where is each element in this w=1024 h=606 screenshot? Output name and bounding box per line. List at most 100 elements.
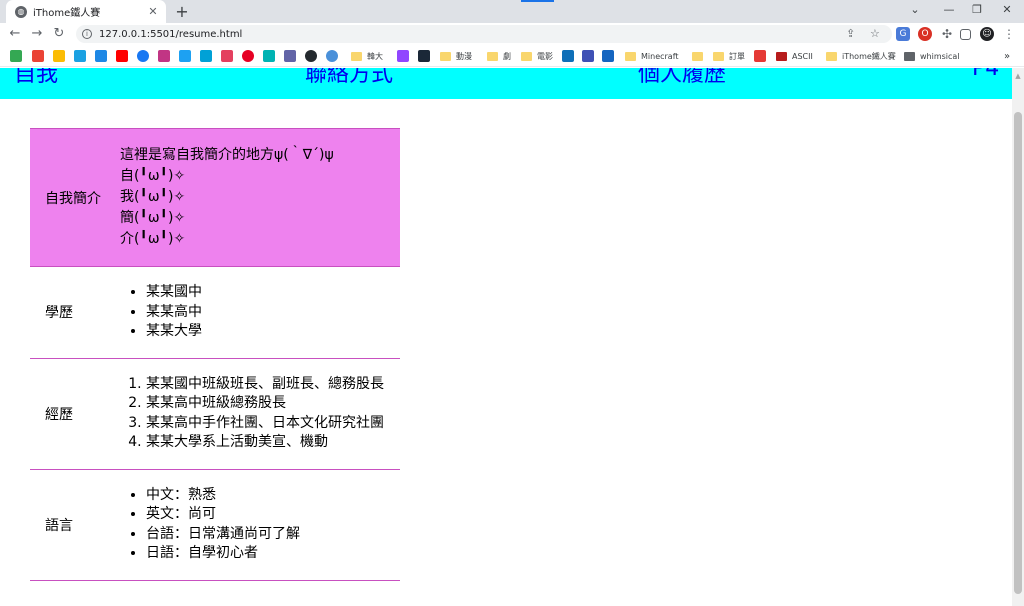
experience-list: 某某國中班級班長、副班長、總務股長 某某高中班級總務股長 某某高中手作社團、日本… — [133, 375, 400, 453]
intro-line: 我(╹ω╹)✧ — [120, 189, 186, 205]
globe-icon: ◍ — [15, 5, 27, 18]
menu-kebab-icon[interactable]: ⋮ — [1002, 27, 1016, 41]
list-item: 某某國中 — [146, 283, 400, 303]
translate-extension-icon[interactable]: G — [896, 27, 910, 41]
share-icon[interactable]: ⇪ — [846, 25, 855, 43]
app3-icon[interactable] — [263, 50, 275, 62]
resume-table: 自我簡介 這裡是寫自我簡介的地方ψ(｀∇´)ψ 自(╹ω╹)✧ 我(╹ω╹)✧ … — [30, 128, 400, 581]
row-label: 經歷 — [45, 406, 73, 423]
pixiv-icon[interactable] — [200, 50, 212, 62]
tab-strip: ◍ iThome鐵人賽 ✕ + ⌄ — ❐ ✕ — [0, 0, 1024, 23]
youtube-icon[interactable] — [116, 50, 128, 62]
more-bookmarks-icon[interactable]: » — [1004, 49, 1010, 63]
sidepanel-icon[interactable] — [960, 29, 971, 40]
intro-line: 自(╹ω╹)✧ — [120, 168, 186, 184]
page-viewport: 自我 聯絡方式 個人履歷 P4 自我簡介 這裡是寫自我簡介的地方ψ(｀∇´)ψ … — [0, 68, 1012, 606]
close-tab-icon[interactable]: ✕ — [146, 5, 160, 18]
bookmark-folder[interactable]: Minecraft — [625, 49, 679, 63]
folder-icon — [521, 51, 532, 61]
site-nav: 自我 聯絡方式 個人履歷 P4 — [0, 68, 1012, 99]
intro-line: 介(╹ω╹)✧ — [120, 231, 186, 247]
list-item: 日語：自學初心者 — [146, 544, 400, 564]
app-icon[interactable] — [95, 50, 107, 62]
app7-icon[interactable] — [602, 50, 614, 62]
url-text[interactable]: 127.0.0.1:5501/resume.html — [99, 29, 242, 40]
extensions-puzzle-icon[interactable]: ✣ — [940, 27, 954, 41]
bookmark-folder[interactable]: 動漫 — [440, 49, 472, 63]
table-row-languages: 語言 中文：熟悉 英文：尚可 台語：日常溝通尚可了解 日語：自學初心者 — [30, 469, 400, 580]
bookmarks-bar: 韓大 動漫 劇 電影 Minecraft 訂單 ASCII iThome鐵人賽 … — [0, 45, 1024, 67]
bookmark-folder[interactable]: 電影 — [521, 49, 553, 63]
back-icon[interactable]: ← — [4, 23, 26, 45]
bookmark-star-icon[interactable]: ☆ — [870, 25, 880, 43]
bilibili-icon[interactable] — [74, 50, 86, 62]
twitch-icon[interactable] — [397, 50, 409, 62]
folder-icon — [440, 51, 451, 61]
folder-icon — [713, 51, 724, 61]
vertical-scrollbar[interactable]: ▲ — [1012, 68, 1024, 606]
app2-icon[interactable] — [221, 50, 233, 62]
list-item: 某某大學 — [146, 322, 400, 342]
browser-tab[interactable]: ◍ iThome鐵人賽 ✕ — [6, 0, 166, 23]
pinterest-icon[interactable] — [242, 50, 254, 62]
drive-icon[interactable] — [10, 50, 22, 62]
opera-extension-icon[interactable]: O — [918, 27, 932, 41]
instagram-icon[interactable] — [158, 50, 170, 62]
app5-icon[interactable] — [562, 50, 574, 62]
tab-accent — [521, 0, 554, 2]
tab-title: iThome鐵人賽 — [33, 8, 101, 19]
ascii-icon — [776, 51, 787, 61]
row-label: 語言 — [45, 517, 73, 534]
list-item: 某某國中班級班長、副班長、總務股長 — [146, 375, 400, 395]
list-item: 某某大學系上活動美宣、機動 — [146, 433, 400, 453]
photos-icon[interactable] — [53, 50, 65, 62]
nav-link-contact[interactable]: 聯絡方式 — [305, 68, 393, 88]
languages-list-cell: 中文：熟悉 英文：尚可 台語：日常溝通尚可了解 日語：自學初心者 — [120, 469, 400, 580]
row-label: 學歷 — [45, 305, 73, 322]
nav-link-resume[interactable]: 個人履歷 — [638, 68, 726, 88]
scroll-up-arrow-icon[interactable]: ▲ — [1014, 72, 1022, 80]
teams-icon[interactable] — [284, 50, 296, 62]
intro-line: 簡(╹ω╹)✧ — [120, 210, 186, 226]
profile-avatar[interactable]: ☺ — [980, 27, 994, 41]
new-tab-button[interactable]: + — [172, 2, 192, 22]
row-label: 自我簡介 — [45, 190, 101, 207]
address-bar[interactable]: i 127.0.0.1:5501/resume.html ⇪ ☆ — [76, 25, 892, 43]
folder-icon — [692, 51, 703, 61]
education-list-cell: 某某國中 某某高中 某某大學 — [120, 267, 400, 359]
window-close-button[interactable]: ✕ — [990, 0, 1024, 20]
twitter-icon[interactable] — [179, 50, 191, 62]
gmail-icon[interactable] — [32, 50, 44, 62]
app8-icon[interactable] — [754, 50, 766, 62]
bookmark-folder[interactable]: whimsical — [904, 49, 960, 63]
bookmark-folder[interactable]: 訂單 — [713, 49, 745, 63]
table-row-intro: 自我簡介 這裡是寫自我簡介的地方ψ(｀∇´)ψ 自(╹ω╹)✧ 我(╹ω╹)✧ … — [30, 128, 400, 267]
nav-link-self[interactable]: 自我 — [14, 68, 58, 88]
scroll-thumb[interactable] — [1014, 112, 1022, 594]
app4-icon[interactable] — [326, 50, 338, 62]
bookmark-folder[interactable]: 劇 — [487, 49, 511, 63]
bookmark-folder[interactable]: iThome鐵人賽 — [826, 49, 896, 63]
intro-line: 這裡是寫自我簡介的地方ψ(｀∇´)ψ — [120, 147, 334, 163]
forward-icon[interactable]: → — [26, 23, 48, 45]
bookmark-ascii[interactable]: ASCII — [776, 49, 813, 63]
reload-icon[interactable]: ↻ — [48, 23, 70, 45]
education-list: 某某國中 某某高中 某某大學 — [133, 283, 400, 342]
list-item: 台語：日常溝通尚可了解 — [146, 525, 400, 545]
table-row-experience: 經歷 某某國中班級班長、副班長、總務股長 某某高中班級總務股長 某某高中手作社團… — [30, 358, 400, 469]
restore-button[interactable]: ❐ — [960, 0, 994, 20]
github-icon[interactable] — [305, 50, 317, 62]
list-item: 英文：尚可 — [146, 505, 400, 525]
steam-icon[interactable] — [418, 50, 430, 62]
folder-icon — [904, 51, 915, 61]
facebook-icon[interactable] — [137, 50, 149, 62]
folder-icon — [351, 51, 362, 61]
tab-search-icon[interactable]: ⌄ — [898, 0, 932, 20]
app6-icon[interactable] — [582, 50, 594, 62]
info-icon[interactable]: i — [82, 29, 92, 39]
nav-link-p4[interactable]: P4 — [972, 68, 999, 81]
languages-list: 中文：熟悉 英文：尚可 台語：日常溝通尚可了解 日語：自學初心者 — [133, 486, 400, 564]
intro-text: 這裡是寫自我簡介的地方ψ(｀∇´)ψ 自(╹ω╹)✧ 我(╹ω╹)✧ 簡(╹ω╹… — [120, 129, 400, 267]
bookmark-folder[interactable]: 韓大 — [351, 49, 383, 63]
bookmark-folder[interactable] — [692, 49, 708, 63]
